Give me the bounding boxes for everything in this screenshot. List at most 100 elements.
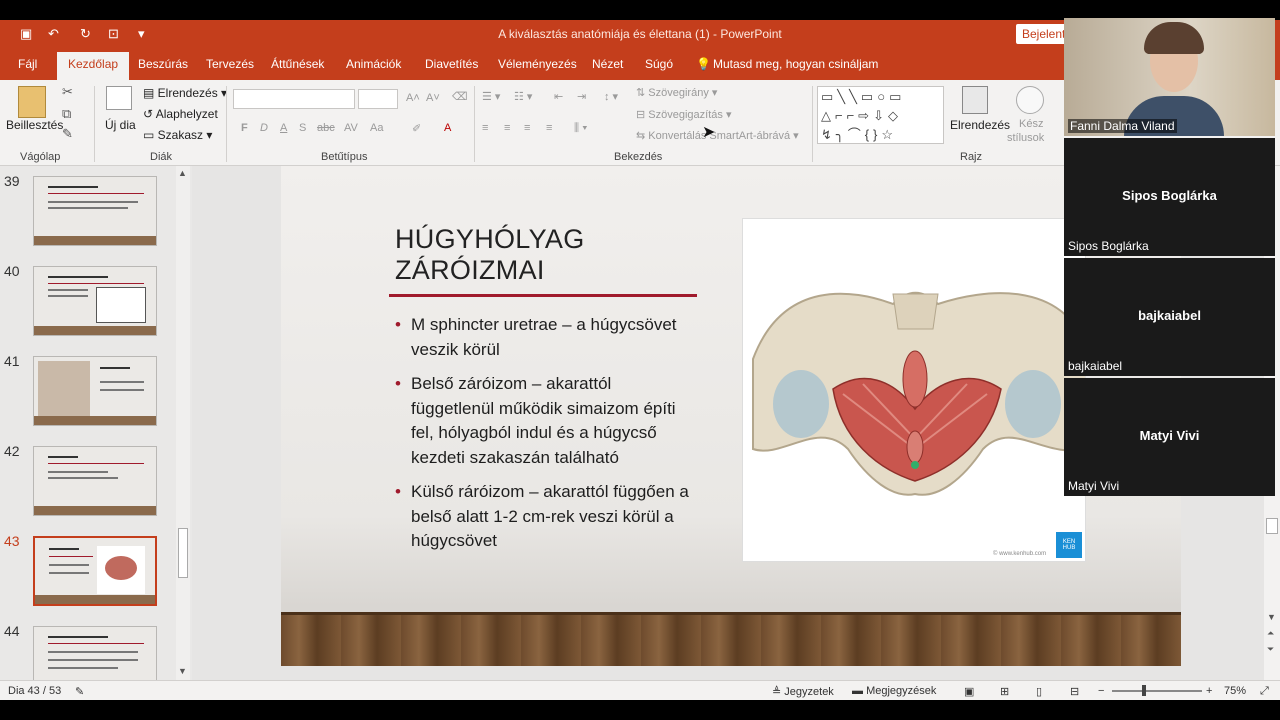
columns-icon[interactable]: ⫼ ▾ xyxy=(574,122,587,135)
arrange-button[interactable]: Elrendezés xyxy=(950,118,1010,132)
align-right-icon[interactable]: ≡ xyxy=(524,122,530,134)
line-spacing-icon[interactable]: ↕ ▾ xyxy=(604,90,618,103)
thumbnail-text xyxy=(49,572,89,574)
shrink-font-icon[interactable]: A˅ xyxy=(426,92,440,104)
paste-button[interactable]: Beillesztés xyxy=(6,118,63,132)
text-direction-button[interactable]: ⇅ Szövegirány ▾ xyxy=(636,86,717,99)
increase-indent-icon[interactable]: ⇥ xyxy=(577,90,586,103)
tab-file[interactable]: Fájl xyxy=(18,57,37,71)
tab-help[interactable]: Súgó xyxy=(645,57,673,71)
bullet-item[interactable]: Külső ráróizom – akarattól függően a bel… xyxy=(395,480,693,554)
copy-icon[interactable]: ⧉ xyxy=(62,106,71,122)
scroll-down-icon[interactable]: ▼ xyxy=(178,666,187,676)
zoom-in-icon[interactable]: + xyxy=(1206,685,1212,697)
fit-to-window-icon[interactable]: ⤢ xyxy=(1260,685,1269,698)
reading-view-icon[interactable]: ▯ xyxy=(1036,685,1042,698)
font-family-select[interactable] xyxy=(233,89,355,109)
paste-icon[interactable] xyxy=(18,86,46,118)
thumbnail-text xyxy=(48,289,88,291)
participant-tile[interactable]: bajkaiabel bajkaiabel xyxy=(1064,258,1275,376)
underline-button[interactable]: A xyxy=(280,122,287,134)
slide-number: 40 xyxy=(4,263,20,279)
quick-styles-label-1[interactable]: Kész xyxy=(1019,118,1043,130)
slide-title[interactable]: HÚGYHÓLYAG ZÁRÓIZMAI xyxy=(395,224,695,286)
tab-home[interactable]: Kezdőlap xyxy=(57,52,130,80)
tell-me-search[interactable]: Mutasd meg, hogyan csináljam xyxy=(713,57,878,71)
format-painter-icon[interactable]: ✎ xyxy=(62,126,73,142)
italic-button[interactable]: D xyxy=(260,122,268,134)
pelvic-floor-illustration xyxy=(752,291,1085,496)
tab-insert[interactable]: Beszúrás xyxy=(138,57,188,71)
participant-tile[interactable]: Matyi Vivi Matyi Vivi xyxy=(1064,378,1275,496)
highlight-icon[interactable]: ✐ xyxy=(412,122,421,135)
zoom-slider-thumb[interactable] xyxy=(1142,685,1146,696)
slideshow-view-icon[interactable]: ⊟ xyxy=(1070,685,1079,698)
slide-thumbnail-39[interactable] xyxy=(33,176,157,246)
tab-transitions[interactable]: Áttűnések xyxy=(271,57,324,71)
cut-icon[interactable]: ✂ xyxy=(62,84,73,100)
bullets-icon[interactable]: ☰ ▾ xyxy=(482,90,500,103)
grow-font-icon[interactable]: A˄ xyxy=(406,92,420,104)
zoom-slider[interactable] xyxy=(1112,690,1202,692)
decrease-indent-icon[interactable]: ⇤ xyxy=(554,90,563,103)
bullet-item[interactable]: M sphincter uretrae – a húgycsövet veszi… xyxy=(395,313,693,362)
normal-view-icon[interactable]: ▣ xyxy=(964,685,974,698)
align-text-button[interactable]: ⊟ Szövegigazítás ▾ xyxy=(636,108,731,121)
scroll-up-icon[interactable]: ▲ xyxy=(178,168,187,178)
arrange-icon[interactable] xyxy=(962,86,988,114)
tab-design[interactable]: Tervezés xyxy=(206,57,254,71)
new-slide-icon[interactable] xyxy=(106,86,132,110)
slide-sorter-icon[interactable]: ⊞ xyxy=(1000,685,1009,698)
shadow-button[interactable]: S xyxy=(299,122,306,134)
current-slide[interactable]: HÚGYHÓLYAG ZÁRÓIZMAI M sphincter uretrae… xyxy=(281,166,1181,666)
scrollbar-thumb[interactable] xyxy=(1266,518,1278,534)
layout-button[interactable]: ▤ Elrendezés ▾ xyxy=(143,86,227,100)
participant-tile[interactable]: Sipos Boglárka Sipos Boglárka xyxy=(1064,138,1275,256)
reset-button[interactable]: ↺ Alaphelyzet xyxy=(143,107,218,121)
next-slide-icon[interactable]: ⏷ xyxy=(1267,644,1274,655)
notes-button[interactable]: ≜ Jegyzetek xyxy=(772,685,834,698)
slide-thumbnail-42[interactable] xyxy=(33,446,157,516)
zoom-out-icon[interactable]: − xyxy=(1098,685,1104,697)
strikethrough-button[interactable]: abc xyxy=(317,122,335,134)
slide-thumbnail-43[interactable] xyxy=(33,536,157,606)
pelvic-floor-image[interactable]: © www.kenhub.com KEN HUB xyxy=(742,218,1086,562)
section-button[interactable]: ▭ Szakasz ▾ xyxy=(143,128,212,142)
title-underline xyxy=(389,294,697,297)
scrollbar-thumb[interactable] xyxy=(178,528,188,578)
font-size-select[interactable] xyxy=(358,89,398,109)
quick-styles-icon[interactable] xyxy=(1016,86,1044,114)
thumbnail-scrollbar[interactable]: ▲ ▼ xyxy=(176,166,190,680)
thumbnail-floor xyxy=(35,595,155,604)
slide-thumbnail-panel: 39 40 41 42 43 44 xyxy=(0,166,192,696)
change-case-button[interactable]: Aa xyxy=(370,122,383,134)
previous-slide-icon[interactable]: ⏶ xyxy=(1267,628,1274,639)
char-spacing-button[interactable]: AV xyxy=(344,122,358,134)
participant-tile[interactable]: Fanni Dalma Viland xyxy=(1064,18,1275,136)
align-center-icon[interactable]: ≡ xyxy=(504,122,510,134)
convert-smartart-button[interactable]: ⇆ Konvertálás SmartArt-ábrává ▾ xyxy=(636,129,799,142)
shapes-gallery[interactable]: ▭╲╲▭○▭ △⌐⌐⇨⇩◇ ↯╮⌒{}☆ xyxy=(817,86,944,144)
accessibility-icon[interactable]: ✎ xyxy=(75,685,84,698)
numbering-icon[interactable]: ☷ ▾ xyxy=(514,90,532,103)
tab-view[interactable]: Nézet xyxy=(592,57,623,71)
quick-styles-label-2[interactable]: stílusok xyxy=(1007,132,1044,144)
bold-button[interactable]: F xyxy=(241,122,248,134)
tab-animations[interactable]: Animációk xyxy=(346,57,401,71)
slide-thumbnail-41[interactable] xyxy=(33,356,157,426)
justify-icon[interactable]: ≡ xyxy=(546,122,552,134)
align-left-icon[interactable]: ≡ xyxy=(482,122,488,134)
tab-slideshow[interactable]: Diavetítés xyxy=(425,57,478,71)
clear-formatting-icon[interactable]: ⌫ xyxy=(452,90,468,103)
lightbulb-icon: 💡 xyxy=(696,57,711,71)
tab-review[interactable]: Véleményezés xyxy=(498,57,577,71)
new-slide-button[interactable]: Új dia xyxy=(105,118,136,132)
bullet-item[interactable]: Belső záróizom – akarattól függetlenül m… xyxy=(395,372,693,470)
zoom-level[interactable]: 75% xyxy=(1224,685,1246,697)
font-color-button[interactable]: A xyxy=(444,122,451,134)
scroll-down-icon[interactable]: ▼ xyxy=(1267,612,1276,622)
slide-thumbnail-40[interactable] xyxy=(33,266,157,336)
thumbnail-pelvis-shape xyxy=(105,556,137,580)
thumbnail-rule xyxy=(48,193,144,194)
comments-button[interactable]: ▬ Megjegyzések xyxy=(852,685,936,697)
